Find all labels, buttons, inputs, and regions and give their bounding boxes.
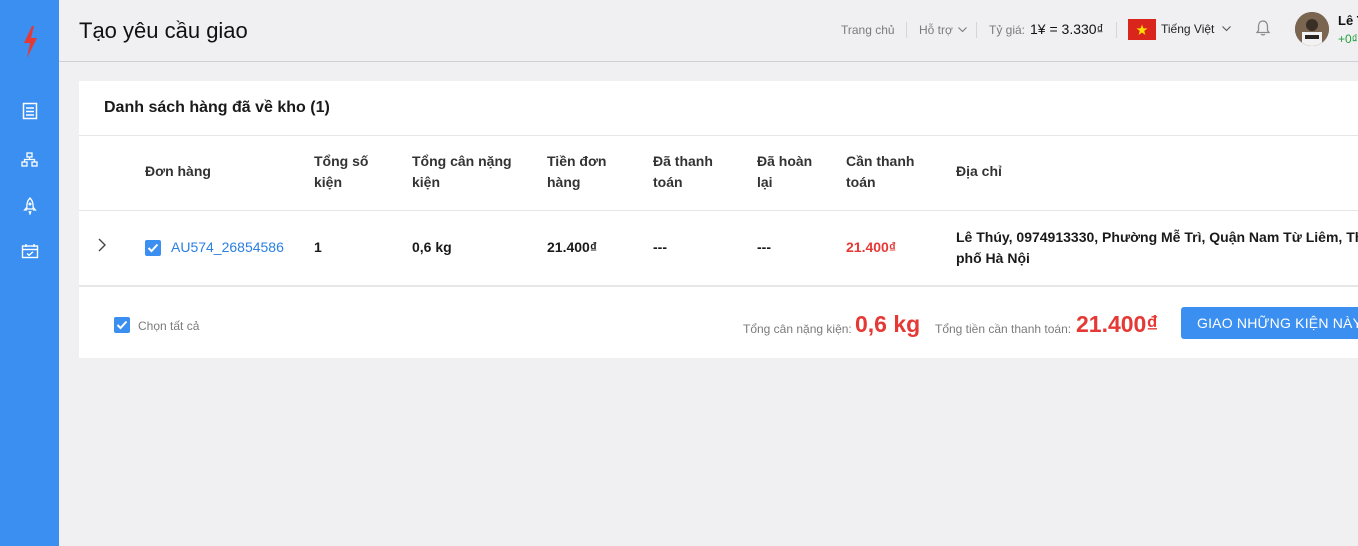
column-header-line: Tổng số	[314, 153, 369, 169]
cell-paid: ---	[653, 239, 667, 255]
bell-icon[interactable]	[1255, 19, 1271, 42]
page-title: Tạo yêu cầu giao	[79, 18, 248, 43]
total-due-label: Tổng tiền cần thanh toán:	[935, 322, 1072, 336]
column-header-line: toán	[846, 174, 876, 190]
language-label: Tiếng Việt	[1161, 22, 1215, 36]
cell-amount: 21.400₫	[547, 239, 598, 255]
column-header-line: Tổng cân nặng	[412, 153, 512, 169]
card-title: Danh sách hàng đã về kho (1)	[104, 99, 330, 116]
sitemap-icon[interactable]	[0, 147, 59, 171]
sidebar	[0, 0, 59, 546]
address-line: Lê Thúy, 0974913330, Phường Mễ Trì, Quận…	[956, 229, 1358, 245]
column-header-line: toán	[653, 174, 683, 190]
total-weight-label: Tổng cân nặng kiện:	[743, 322, 852, 336]
check-icon	[147, 243, 159, 253]
select-all-checkbox[interactable]	[114, 317, 130, 333]
divider	[976, 22, 977, 38]
column-header-line: Đã thanh	[653, 153, 713, 169]
total-due-value: 21.400₫	[1076, 311, 1159, 337]
calendar-check-icon[interactable]	[0, 239, 59, 263]
column-header-line: kiện	[412, 174, 441, 190]
exchange-rate-label: Tỷ giá:	[989, 23, 1026, 37]
check-icon	[116, 320, 128, 330]
column-header-line: Cần thanh	[846, 153, 915, 169]
column-header-line: Đã hoàn	[757, 153, 813, 169]
deliver-packages-button[interactable]: GIAO NHỮNG KIỆN NÀY	[1181, 307, 1358, 339]
address-line: phố Hà Nội	[956, 250, 1030, 266]
cell-address: Lê Thúy, 0974913330, Phường Mễ Trì, Quận…	[956, 227, 1358, 269]
bolt-logo-icon[interactable]	[0, 24, 59, 60]
total-weight-value: 0,6 kg	[855, 311, 921, 337]
select-all-label[interactable]: Chọn tất cả	[138, 319, 199, 333]
nav-support-menu[interactable]: Hỗ trợ	[919, 23, 968, 37]
divider	[79, 285, 1358, 287]
column-header-address: Địa chỉ	[956, 163, 1002, 179]
nav-home-link[interactable]: Trang chủ	[841, 23, 895, 37]
column-header-line: Tiền đơn	[547, 153, 607, 169]
column-header-amount: Tiền đơn hàng	[547, 151, 606, 193]
nav-support-label: Hỗ trợ	[919, 23, 953, 37]
exchange-rate-value: 1¥ = 3.330₫	[1030, 21, 1104, 37]
divider	[79, 210, 1358, 211]
chevron-right-icon[interactable]	[97, 238, 107, 257]
column-header-line: hàng	[547, 174, 581, 190]
language-selector[interactable]: Tiếng Việt	[1161, 22, 1231, 36]
avatar[interactable]	[1295, 12, 1329, 46]
row-checkbox[interactable]	[145, 240, 161, 256]
cell-weight: 0,6 kg	[412, 239, 452, 255]
divider	[906, 22, 907, 38]
column-header-due: Cần thanh toán	[846, 151, 914, 193]
chevron-down-icon	[1221, 26, 1231, 32]
rocket-icon[interactable]	[0, 194, 59, 218]
cell-refunded: ---	[757, 239, 771, 255]
column-header-weight: Tổng cân nặng kiện	[412, 151, 512, 193]
list-icon[interactable]	[0, 99, 59, 123]
cell-due: 21.400₫	[846, 239, 897, 255]
vietnam-flag-icon[interactable]	[1128, 19, 1156, 40]
cell-packages: 1	[314, 239, 322, 255]
column-header-line: lại	[757, 174, 773, 190]
column-header-refunded: Đã hoàn lại	[757, 151, 812, 193]
divider	[1116, 22, 1117, 38]
user-name[interactable]: Lê T	[1338, 13, 1358, 28]
column-header-line: kiện	[314, 174, 343, 190]
column-header-packages: Tổng số kiện	[314, 151, 368, 193]
divider	[79, 135, 1358, 136]
warehouse-list-card: Danh sách hàng đã về kho (1) Đơn hàng Tổ…	[79, 81, 1358, 358]
chevron-down-icon	[958, 27, 968, 33]
top-header: Tạo yêu cầu giao Trang chủ Hỗ trợ Tỷ giá…	[59, 0, 1358, 62]
column-header-paid: Đã thanh toán	[653, 151, 713, 193]
order-code-link[interactable]: AU574_26854586	[171, 237, 284, 258]
column-header-order: Đơn hàng	[145, 163, 211, 179]
user-balance: +0₫	[1338, 32, 1358, 46]
